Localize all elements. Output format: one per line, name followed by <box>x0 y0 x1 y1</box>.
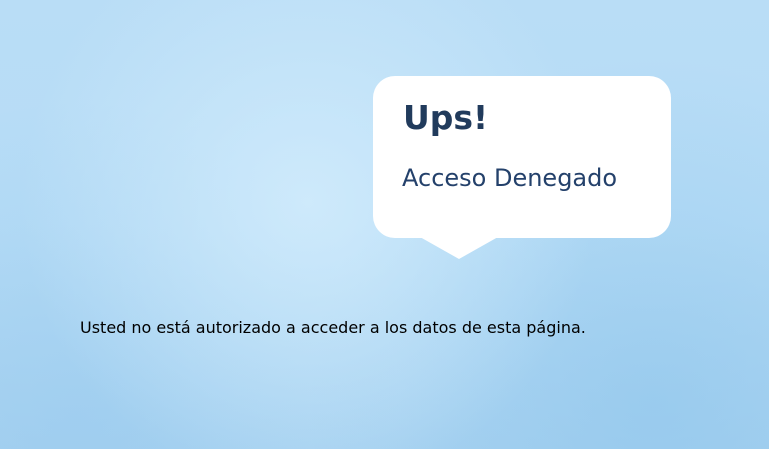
speech-bubble: Ups! Acceso Denegado <box>373 76 671 238</box>
error-message: Usted no está autorizado a acceder a los… <box>80 318 586 337</box>
error-title: Ups! <box>403 98 489 137</box>
access-denied-page: { "dialog": { "title": "Ups!", "subtitle… <box>0 0 769 449</box>
error-subtitle: Acceso Denegado <box>402 164 618 192</box>
speech-bubble-tail <box>420 237 498 259</box>
